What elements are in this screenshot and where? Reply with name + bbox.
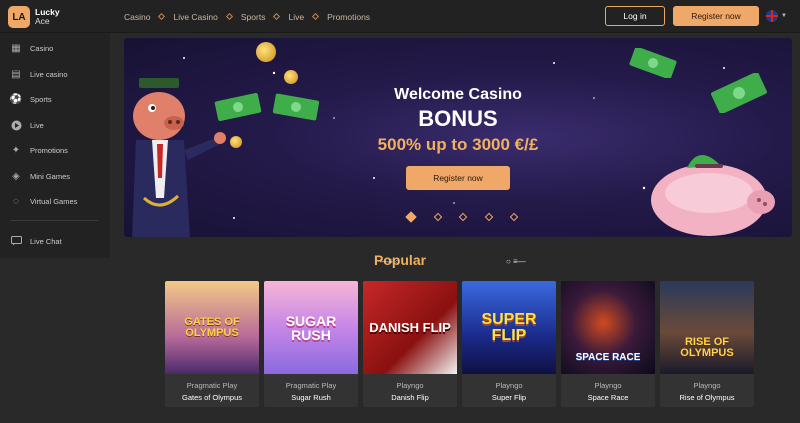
uk-flag-icon [766, 10, 778, 22]
sidebar-item-label: Virtual Games [30, 196, 78, 206]
game-thumbnail: DANISH FLIP [363, 281, 457, 374]
game-art-text: SUPER FLIP [481, 310, 537, 344]
sidebar-divider [10, 220, 98, 221]
sidebar-item-sports[interactable]: ⚽ Sports [10, 93, 52, 105]
game-name: Space Race [587, 393, 629, 402]
decorative-left-icon: —≡ ○ [380, 257, 400, 266]
promotions-icon: ✦ [11, 144, 21, 156]
sidebar-item-label: Live casino [30, 69, 68, 79]
logo[interactable]: LA Lucky Ace [8, 6, 60, 28]
sidebar-item-virtual-games[interactable]: ◌ Virtual Games [10, 195, 77, 207]
game-provider: Pragmatic Play [186, 381, 238, 390]
nav-live-casino[interactable]: Live Casino [173, 12, 217, 22]
logo-text: Lucky Ace [35, 8, 60, 26]
game-thumbnail: SUGAR RUSH [264, 281, 358, 374]
sidebar-item-label: Live Chat [30, 236, 62, 246]
game-thumbnail: SUPER FLIP [462, 281, 556, 374]
popular-games-list: GATES OF OLYMPUS Pragmatic Play Gates of… [165, 281, 754, 407]
virtual-games-icon: ◌ [13, 195, 19, 207]
main-nav: Casino Live Casino Sports Live Promotion… [124, 0, 370, 33]
nav-separator [158, 12, 166, 21]
top-bar: LA Lucky Ace Casino Live Casino Sports L… [0, 0, 800, 33]
play-icon [10, 119, 22, 131]
game-name: Gates of Olympus [181, 393, 243, 402]
sidebar-item-label: Live [30, 120, 44, 130]
sidebar-item-live-casino[interactable]: ▤ Live casino [10, 68, 68, 80]
game-art-text: DANISH FLIP [369, 320, 451, 335]
coin-icon [256, 42, 276, 62]
register-button[interactable]: Register now [673, 6, 759, 26]
sidebar-item-label: Mini Games [30, 171, 71, 181]
carousel-dot[interactable] [433, 212, 442, 222]
game-art-text: SUGAR RUSH [285, 312, 337, 343]
logo-badge: LA [8, 6, 30, 28]
mini-games-icon: ◈ [12, 170, 20, 182]
live-casino-icon: ▤ [11, 68, 21, 80]
sidebar-item-label: Promotions [30, 145, 68, 155]
game-card[interactable]: GATES OF OLYMPUS Pragmatic Play Gates of… [165, 281, 259, 407]
game-provider: Playngo [693, 381, 721, 390]
sidebar: ▦ Casino ▤ Live casino ⚽ Sports Live ✦ P… [0, 33, 110, 258]
nav-separator [312, 12, 320, 21]
popular-title: Popular [373, 252, 427, 268]
sidebar-item-mini-games[interactable]: ◈ Mini Games [10, 170, 70, 182]
game-name: Super Flip [491, 393, 527, 402]
login-button[interactable]: Log in [605, 6, 665, 26]
logo-line2: Ace [35, 16, 50, 26]
nav-promotions[interactable]: Promotions [327, 12, 370, 22]
hero-bonus: BONUS [418, 106, 498, 131]
game-card[interactable]: RISE OF OLYMPUS Playngo Rise of Olympus [660, 281, 754, 407]
game-thumbnail: SPACE RACE [561, 281, 655, 374]
sidebar-item-promotions[interactable]: ✦ Promotions [10, 144, 68, 156]
game-provider: Playngo [594, 381, 622, 390]
casino-icon: ▦ [11, 42, 21, 54]
sidebar-item-casino[interactable]: ▦ Casino [10, 42, 53, 54]
game-thumbnail: RISE OF OLYMPUS [660, 281, 754, 374]
game-provider: Pragmatic Play [285, 381, 337, 390]
game-card[interactable]: SUGAR RUSH Pragmatic Play Sugar Rush [264, 281, 358, 407]
game-card[interactable]: SUPER FLIP Playngo Super Flip [462, 281, 556, 407]
sidebar-item-label: Sports [30, 94, 52, 104]
carousel-dot[interactable] [509, 212, 519, 222]
language-selector[interactable]: ▼ [766, 10, 787, 22]
chevron-down-icon: ▼ [781, 13, 787, 19]
sidebar-item-live-chat[interactable]: Live Chat [10, 235, 62, 247]
decorative-right-icon: ○ ≡— [506, 257, 526, 266]
game-art-text: GATES OF OLYMPUS [184, 315, 240, 339]
nav-sports[interactable]: Sports [241, 12, 266, 22]
carousel-dot[interactable] [458, 212, 468, 222]
game-name: Rise of Olympus [679, 393, 735, 402]
game-name: Danish Flip [391, 393, 429, 402]
hero-register-button[interactable]: Register now [406, 166, 510, 190]
money-icon [629, 48, 677, 78]
sidebar-item-live[interactable]: Live [10, 119, 44, 131]
sidebar-item-label: Casino [30, 43, 54, 53]
sports-icon: ⚽ [9, 93, 23, 105]
nav-casino[interactable]: Casino [124, 12, 150, 22]
popular-section-header: —≡ ○ Popular ○ ≡— [0, 252, 800, 268]
game-name: Sugar Rush [291, 393, 331, 402]
nav-separator [225, 12, 233, 21]
hero-title: Welcome Casino [394, 86, 522, 103]
carousel-dot-active[interactable] [405, 211, 417, 223]
game-card[interactable]: DANISH FLIP Playngo Danish Flip [363, 281, 457, 407]
hero-banner[interactable]: Welcome Casino BONUS 500% up to 3000 €/£… [124, 38, 792, 237]
nav-live[interactable]: Live [288, 12, 304, 22]
game-art-text: SPACE RACE [575, 351, 641, 363]
carousel-dots [405, 211, 519, 223]
chat-icon [10, 235, 22, 247]
game-provider: Playngo [495, 381, 523, 390]
coin-icon [284, 70, 298, 84]
game-art-text: RISE OF OLYMPUS [680, 335, 734, 359]
carousel-dot[interactable] [484, 212, 493, 222]
hero-offer: 500% up to 3000 €/£ [377, 135, 539, 154]
nav-separator [273, 12, 281, 21]
game-provider: Playngo [396, 381, 424, 390]
game-thumbnail: GATES OF OLYMPUS [165, 281, 259, 374]
game-card[interactable]: SPACE RACE Playngo Space Race [561, 281, 655, 407]
